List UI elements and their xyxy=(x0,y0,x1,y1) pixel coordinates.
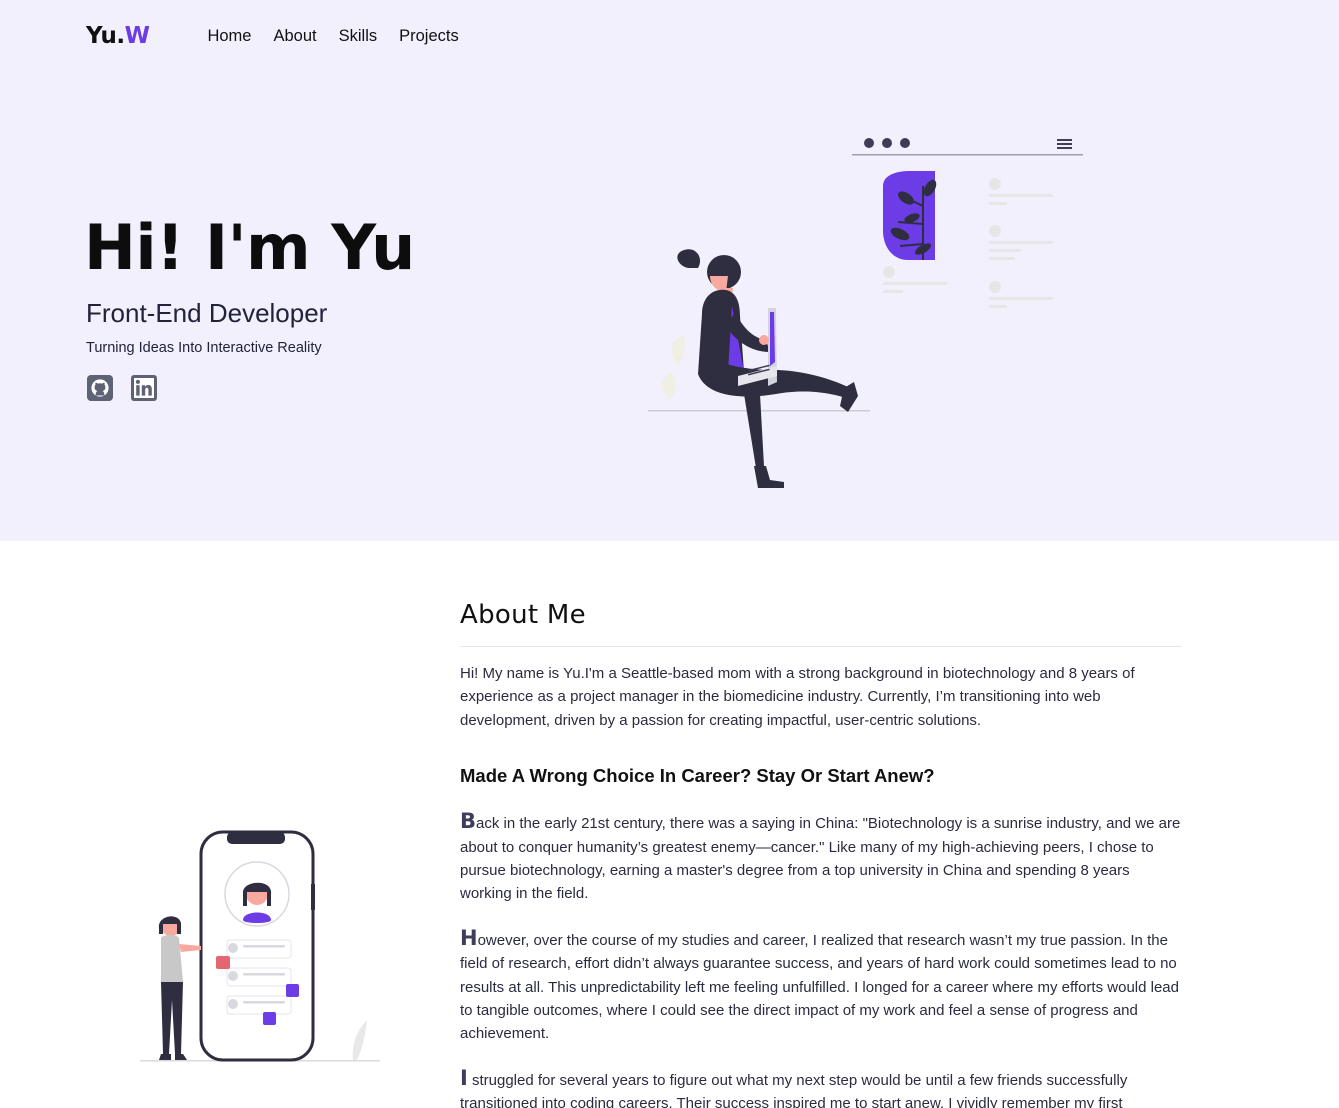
hero-title: Hi! I'm Yu xyxy=(84,211,415,284)
hero-role: Front-End Developer xyxy=(86,298,328,328)
hero-section: Yu.W Home About Skills Projects Hi! I'm … xyxy=(0,0,1339,541)
nav-item-projects[interactable]: Projects xyxy=(399,27,459,46)
drop-cap: I xyxy=(460,1065,468,1090)
story-paragraph: I struggled for several years to figure … xyxy=(460,1065,1182,1108)
story-paragraph-text: struggled for several years to figure ou… xyxy=(460,1071,1128,1108)
career-subheading: Made A Wrong Choice In Career? Stay Or S… xyxy=(460,765,935,787)
logo[interactable]: Yu.W xyxy=(86,23,150,49)
drop-cap: B xyxy=(460,809,477,834)
nav-item-home[interactable]: Home xyxy=(207,27,251,46)
drop-cap: H xyxy=(460,925,478,950)
logo-main: Yu. xyxy=(86,23,125,49)
hero-tagline: Turning Ideas Into Interactive Reality xyxy=(86,340,322,356)
story-paragraph-text: ack in the early 21st century, there was… xyxy=(460,815,1181,903)
phone-profile-illustration xyxy=(140,830,380,1062)
social-links xyxy=(86,374,158,402)
nav-menu: Home About Skills Projects xyxy=(207,27,458,46)
story-paragraph-text: owever, over the course of my studies an… xyxy=(460,931,1179,1043)
woman-laptop-illustration xyxy=(648,138,1083,488)
linkedin-icon[interactable] xyxy=(130,374,158,402)
logo-accent: W xyxy=(124,23,150,49)
nav-item-about[interactable]: About xyxy=(273,27,316,46)
github-icon[interactable] xyxy=(86,374,114,402)
story-paragraph: Back in the early 21st century, there wa… xyxy=(460,810,1182,906)
top-nav: Yu.W Home About Skills Projects xyxy=(86,20,459,52)
about-section: About Me Hi! My name is Yu.I'm a Seattle… xyxy=(460,600,1182,1108)
career-story: Back in the early 21st century, there wa… xyxy=(460,810,1182,1108)
story-paragraph: However, over the course of my studies a… xyxy=(460,925,1182,1046)
about-heading: About Me xyxy=(460,600,1182,647)
nav-item-skills[interactable]: Skills xyxy=(339,27,378,46)
about-intro: Hi! My name is Yu.I'm a Seattle-based mo… xyxy=(460,665,1135,729)
